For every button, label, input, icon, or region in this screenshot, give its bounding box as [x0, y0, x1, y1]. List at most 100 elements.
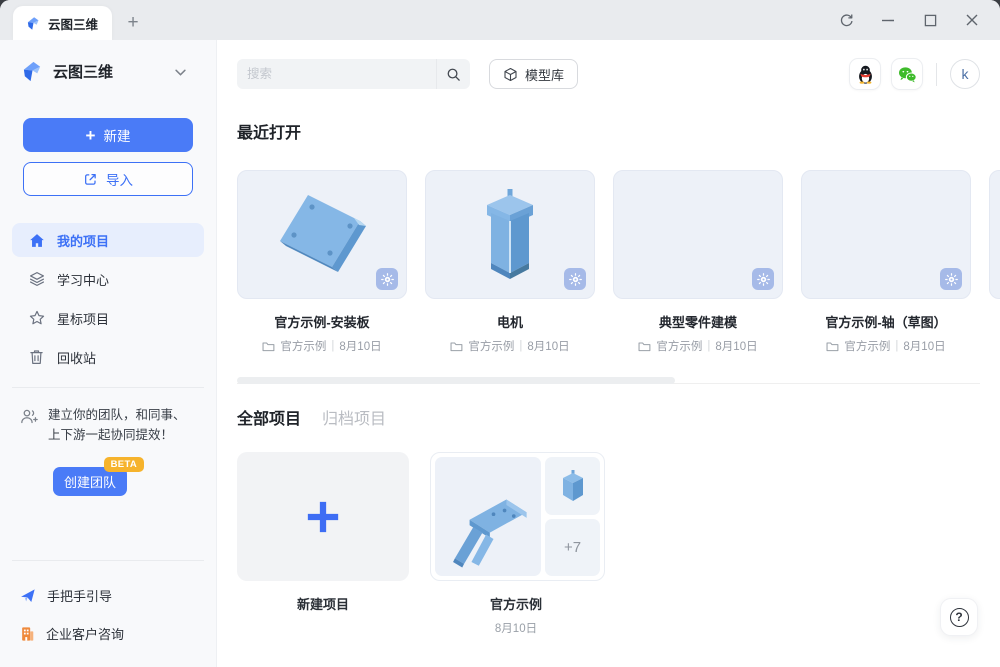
home-icon — [28, 233, 45, 248]
card-folder-name: 官方示例 — [656, 338, 702, 354]
new-button-label: 新建 — [103, 125, 130, 145]
card-meta: 官方示例 | 8月10日 — [613, 338, 783, 354]
divider — [12, 560, 204, 561]
app-window: 云图三维 + 云图三维 — [0, 0, 1000, 667]
import-button-label: 导入 — [106, 169, 133, 189]
recent-card-thumbnail[interactable] — [801, 170, 971, 299]
sidebar-item-starred[interactable]: 星标项目 — [12, 301, 204, 335]
recent-card-thumbnail[interactable] — [237, 170, 407, 299]
tab-archived-projects[interactable]: 归档项目 — [322, 405, 386, 429]
recent-card-thumbnail[interactable] — [989, 170, 1000, 299]
card-folder-name: 官方示例 — [280, 338, 326, 354]
qq-icon — [857, 65, 874, 84]
recent-card: 官方示例-安装板 官方示例 | 8月10日 — [237, 170, 407, 354]
sidebar-item-my-projects[interactable]: 我的项目 — [12, 223, 204, 257]
sidebar-item-learning-center[interactable]: 学习中心 — [12, 262, 204, 296]
maximize-button[interactable] — [916, 6, 944, 34]
qq-button[interactable] — [849, 58, 881, 90]
card-folder-name: 官方示例 — [468, 338, 514, 354]
card-title: 新建项目 — [237, 594, 409, 613]
close-button[interactable] — [958, 6, 986, 34]
tab-strip: 云图三维 + — [0, 0, 1000, 40]
team-promo-text: 建立你的团队，和同事、 上下游一起协同提效！ — [48, 405, 186, 445]
card-title: 典型零件建模 — [613, 312, 783, 331]
chevron-down-icon — [175, 63, 186, 81]
model-library-button[interactable]: 模型库 — [489, 59, 578, 89]
wechat-icon — [898, 66, 917, 83]
card-meta: 官方示例 | 8月10日 — [425, 338, 595, 354]
sidebar-item-label: 我的项目 — [57, 231, 109, 250]
folder-icon — [826, 341, 839, 352]
folder-icon — [450, 341, 463, 352]
meta-separator: | — [331, 340, 334, 352]
recent-card: 典型零件建模 官方示例 | 8月10日 — [613, 170, 783, 354]
wechat-button[interactable] — [891, 58, 923, 90]
import-icon — [83, 172, 98, 187]
tab-all-projects[interactable]: 全部项目 — [237, 405, 301, 429]
project-card: +7 官方示例 8月10日 — [430, 452, 602, 636]
card-settings-button[interactable] — [752, 268, 774, 290]
small-part-thumbnail — [561, 469, 585, 503]
help-button[interactable]: ? — [940, 598, 978, 636]
gear-icon — [757, 273, 770, 286]
card-title: 官方示例 — [430, 594, 602, 613]
card-title: 官方示例-轴（草图） — [801, 312, 971, 331]
plate-model-thumbnail — [262, 187, 382, 283]
refresh-icon[interactable] — [832, 6, 860, 34]
folder-icon — [638, 341, 651, 352]
new-project-tile[interactable] — [237, 452, 409, 581]
app-tab[interactable]: 云图三维 — [13, 6, 112, 40]
minimize-button[interactable] — [874, 6, 902, 34]
card-date: 8月10日 — [430, 620, 602, 636]
layers-icon — [28, 271, 45, 287]
horizontal-scrollbar-track — [237, 377, 980, 384]
brand-switcher[interactable]: 云图三维 — [0, 40, 216, 83]
horizontal-scrollbar-thumb[interactable] — [237, 377, 675, 384]
import-button[interactable]: 导入 — [23, 162, 193, 196]
user-avatar[interactable]: k — [950, 59, 980, 89]
rocket-icon — [20, 588, 36, 604]
sidebar-item-label: 学习中心 — [57, 270, 109, 289]
card-settings-button[interactable] — [940, 268, 962, 290]
card-date: 8月10日 — [339, 338, 381, 354]
project-main-thumbnail — [435, 457, 541, 576]
sidebar-item-enterprise-consult[interactable]: 企业客户咨询 — [20, 624, 124, 643]
brand-logo-icon — [21, 60, 44, 83]
card-settings-button[interactable] — [564, 268, 586, 290]
project-more-tile: +7 — [545, 519, 600, 577]
new-project-button[interactable]: + 新建 — [23, 118, 193, 152]
sidebar-item-guide[interactable]: 手把手引导 — [20, 586, 112, 605]
gear-icon — [381, 273, 394, 286]
project-tile[interactable]: +7 — [430, 452, 605, 581]
bracket-model-thumbnail — [442, 486, 534, 570]
card-title: 官方示例-安装板 — [237, 312, 407, 331]
plus-icon: + — [86, 127, 96, 144]
plus-icon — [300, 494, 346, 540]
project-tabs: 全部项目 归档项目 — [237, 405, 980, 429]
card-date: 8月10日 — [715, 338, 757, 354]
search-input[interactable] — [237, 67, 436, 81]
main-content: 模型库 k — [217, 40, 1000, 667]
new-tab-button[interactable]: + — [118, 8, 148, 38]
divider — [936, 63, 937, 86]
star-icon — [28, 310, 45, 326]
card-meta: 官方示例 | 8月10日 — [801, 338, 971, 354]
new-project-card: 新建项目 — [237, 452, 409, 636]
cube-icon — [503, 67, 518, 82]
recent-card-thumbnail[interactable] — [425, 170, 595, 299]
card-settings-button[interactable] — [376, 268, 398, 290]
search-icon — [446, 67, 461, 82]
model-library-label: 模型库 — [525, 65, 564, 84]
app-logo-icon — [26, 16, 41, 31]
sidebar-item-recycle-bin[interactable]: 回收站 — [12, 340, 204, 374]
meta-separator: | — [707, 340, 710, 352]
gear-icon — [569, 273, 582, 286]
building-icon — [20, 626, 35, 642]
topbar: 模型库 k — [237, 59, 980, 89]
sidebar-item-label: 企业客户咨询 — [46, 624, 124, 643]
recent-card-partial — [989, 170, 1000, 354]
folder-icon — [262, 341, 275, 352]
card-date: 8月10日 — [903, 338, 945, 354]
recent-card-thumbnail[interactable] — [613, 170, 783, 299]
search-button[interactable] — [436, 59, 470, 89]
